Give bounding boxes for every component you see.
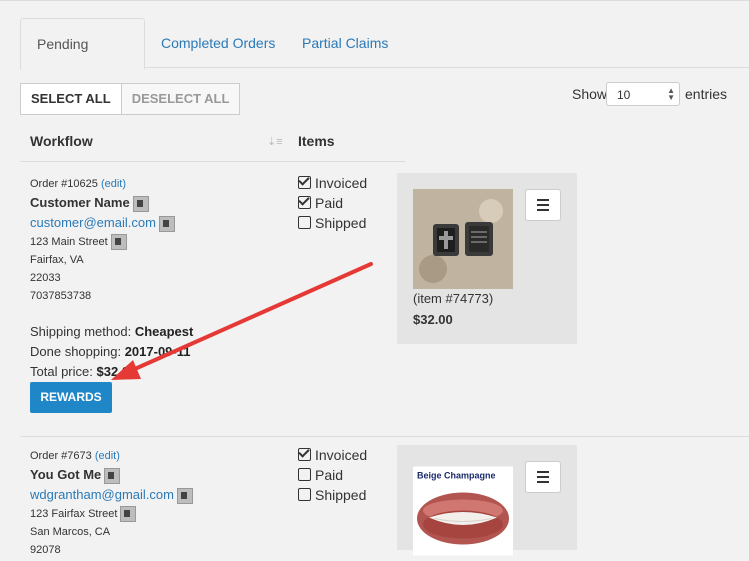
- annotation-arrow-icon: [111, 262, 373, 380]
